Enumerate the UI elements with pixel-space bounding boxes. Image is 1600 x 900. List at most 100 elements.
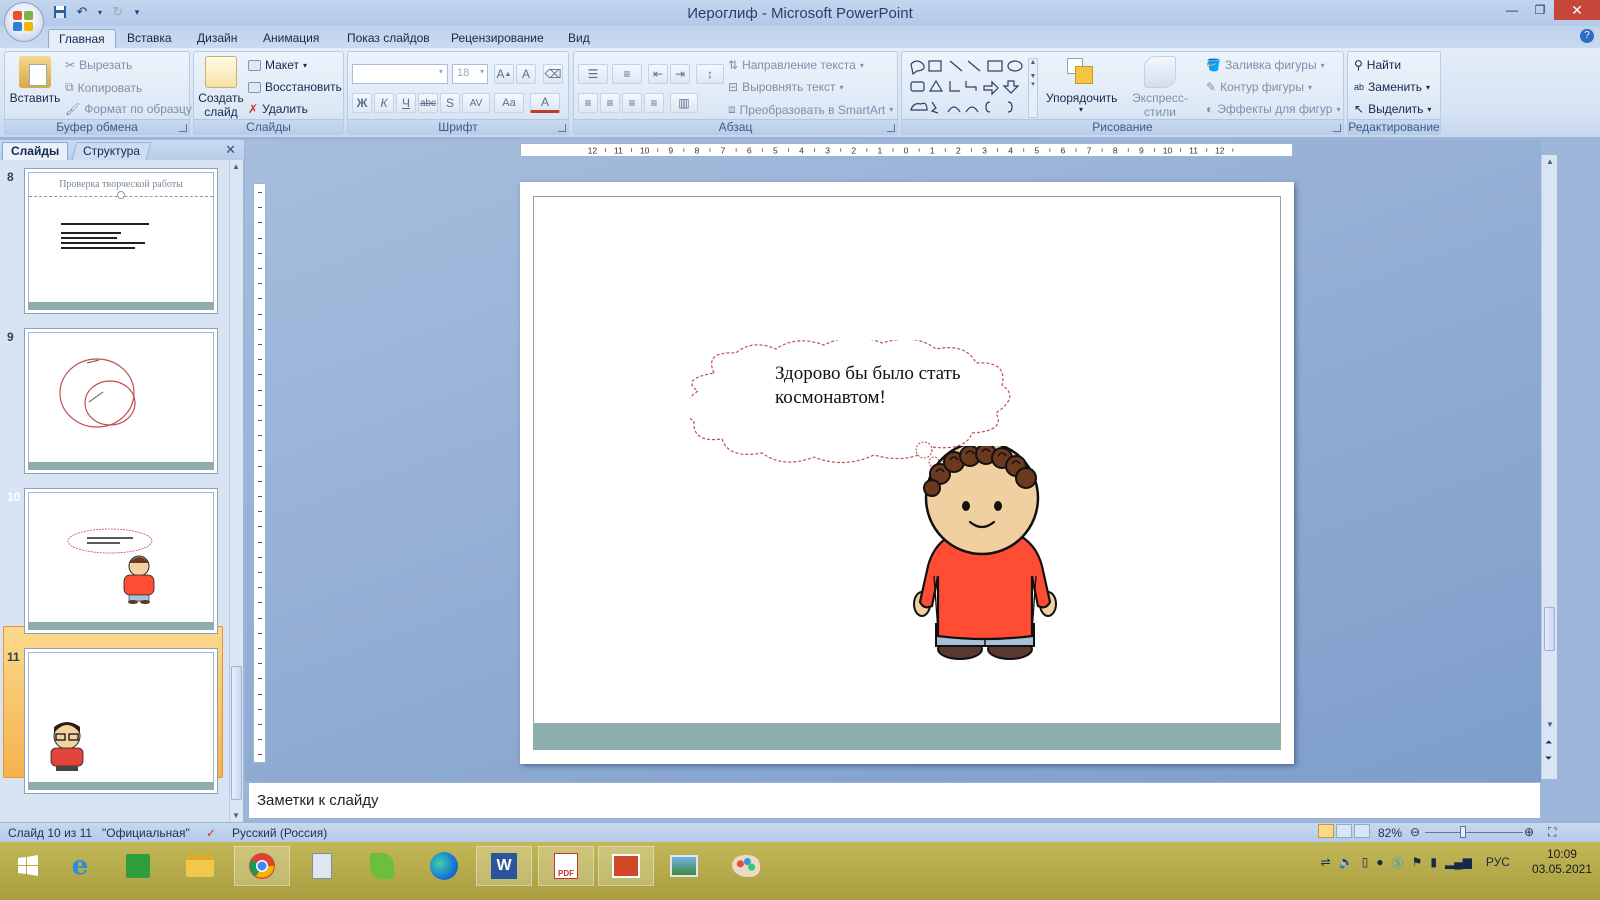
horizontal-ruler[interactable]: 12 11 10 9 8 7 6 5 4 3 2 1 0 1 2 3 4 5 6 7 8 9 10 11 12 (520, 143, 1293, 157)
shape-outline-button[interactable]: ✎ Контур фигуры ▾ (1206, 80, 1312, 94)
taskbar-chrome[interactable] (234, 846, 290, 886)
vertical-ruler[interactable] (253, 183, 266, 763)
char-spacing-icon[interactable]: AV (462, 93, 490, 113)
layout-button[interactable]: Макет ▾ (248, 58, 307, 72)
replace-button[interactable]: ab Заменить ▾ (1354, 80, 1430, 94)
scroll-down-icon[interactable]: ▼ (232, 811, 240, 820)
help-icon[interactable]: ? (1580, 29, 1594, 43)
slide-thumb-11[interactable] (24, 648, 218, 794)
align-right-icon[interactable]: ≡ (622, 93, 642, 113)
zoom-out-icon[interactable]: ⊖ (1410, 825, 1420, 839)
next-slide-icon[interactable]: ⏷ (1545, 753, 1552, 764)
main-scrollbar[interactable]: ▲ ▼ ⏶ ⏷ (1541, 155, 1557, 779)
shape-fill-button[interactable]: 🪣 Заливка фигуры ▾ (1206, 58, 1325, 72)
theme-name[interactable]: "Официальная" (102, 826, 190, 840)
network-tray-icon[interactable]: ⇌ (1321, 855, 1331, 869)
find-button[interactable]: ⚲ Найти (1354, 58, 1401, 72)
tab-slides[interactable]: Слайды (2, 142, 69, 160)
new-slide-button[interactable]: Создать слайд (198, 56, 244, 119)
taskbar-store[interactable] (110, 846, 166, 886)
align-text-button[interactable]: ⊟ Выровнять текст ▾ (728, 80, 844, 94)
taskbar-pdf[interactable]: PDF (538, 846, 594, 886)
prev-slide-icon[interactable]: ⏶ (1545, 737, 1552, 748)
taskbar-powerpoint[interactable] (598, 846, 654, 886)
tab-outline[interactable]: Структура (71, 142, 152, 160)
numbering-icon[interactable]: ≡ (612, 64, 642, 84)
zoom-level[interactable]: 82% (1378, 826, 1402, 840)
select-button[interactable]: ↖ Выделить ▾ (1354, 102, 1431, 116)
slide-sorter-icon[interactable] (1336, 824, 1352, 838)
tab-design[interactable]: Дизайн (187, 29, 247, 48)
tray-app-icon[interactable]: ● (1376, 855, 1383, 869)
flag-icon[interactable]: ⚑ (1412, 855, 1423, 869)
decrease-indent-icon[interactable]: ⇤ (648, 64, 668, 84)
taskbar-app[interactable] (354, 846, 410, 886)
font-name-combo[interactable]: ▾ (352, 64, 448, 84)
paragraph-launcher-icon[interactable] (887, 124, 895, 132)
taskbar-calculator[interactable] (294, 846, 350, 886)
main-scroll-up-icon[interactable]: ▲ (1546, 157, 1554, 166)
close-panel-icon[interactable]: ✕ (225, 142, 236, 158)
shadow-icon[interactable]: S (440, 93, 460, 113)
columns-icon[interactable]: ▥ (670, 93, 698, 113)
slideshow-view-icon[interactable] (1354, 824, 1370, 838)
convert-smartart-button[interactable]: ⧈ Преобразовать в SmartArt ▾ (728, 102, 893, 117)
zoom-slider-track[interactable] (1425, 832, 1523, 833)
cut-button[interactable]: ✂ Вырезать (65, 58, 132, 72)
tab-view[interactable]: Вид (558, 29, 600, 48)
boy-character-image[interactable] (910, 446, 1060, 664)
delete-slide-button[interactable]: ✗ Удалить (248, 102, 308, 116)
change-case-icon[interactable]: Aa (494, 93, 524, 113)
grow-font-icon[interactable]: A ▲ (494, 64, 514, 84)
drawing-launcher-icon[interactable] (1333, 124, 1341, 132)
align-left-icon[interactable]: ≡ (578, 93, 598, 113)
panel-scroll-thumb[interactable] (231, 666, 242, 800)
arrange-button[interactable]: Упорядочить ▾ (1046, 56, 1117, 114)
volume-icon[interactable]: 🔈 (1339, 855, 1354, 869)
clock[interactable]: 10:09 03.05.2021 (1532, 847, 1592, 877)
taskbar-ie[interactable]: e (52, 846, 108, 886)
increase-indent-icon[interactable]: ⇥ (670, 64, 690, 84)
clear-format-icon[interactable]: ⌫ (543, 64, 563, 84)
format-painter-button[interactable]: 🖌 Формат по образцу (65, 102, 192, 116)
italic-icon[interactable]: К (374, 93, 394, 113)
zoom-in-icon[interactable]: ⊕ (1524, 825, 1534, 839)
spellcheck-icon[interactable]: ✓ (206, 826, 216, 840)
minimize-icon[interactable]: — (1498, 0, 1526, 20)
taskbar-edge[interactable] (416, 846, 472, 886)
scroll-up-icon[interactable]: ▲ (232, 162, 240, 171)
taskbar-explorer[interactable] (172, 846, 228, 886)
start-button[interactable] (0, 846, 56, 886)
text-direction-button[interactable]: ⇅ Направление текста ▾ (728, 58, 864, 72)
clipboard-launcher-icon[interactable] (179, 124, 187, 132)
quick-styles-button[interactable]: Экспресс-стили (1120, 56, 1200, 119)
taskbar-photos[interactable] (656, 846, 712, 886)
paste-button[interactable]: Вставить (9, 56, 61, 105)
slide-thumb-8[interactable]: Проверка творческой работы (24, 168, 218, 314)
close-icon[interactable]: ✕ (1554, 0, 1600, 20)
zoom-slider-thumb[interactable] (1460, 826, 1466, 838)
shape-effects-button[interactable]: ◐ Эффекты для фигур ▾ (1206, 102, 1340, 116)
power-icon[interactable]: ▮ (1430, 855, 1437, 869)
fit-to-window-icon[interactable]: ⛶ (1548, 825, 1556, 840)
normal-view-icon[interactable] (1318, 824, 1334, 838)
taskbar-paint[interactable] (718, 846, 774, 886)
tab-animation[interactable]: Анимация (253, 29, 329, 48)
tab-slideshow[interactable]: Показ слайдов (337, 29, 440, 48)
shapes-gallery[interactable] (908, 58, 1038, 118)
tab-insert[interactable]: Вставка (117, 29, 182, 48)
taskbar-word[interactable]: W (476, 846, 532, 886)
tab-review[interactable]: Рецензирование (441, 29, 554, 48)
slide-thumb-10[interactable] (24, 488, 218, 634)
panel-scrollbar[interactable]: ▲ ▼ (229, 160, 243, 822)
copy-button[interactable]: ⧉ Копировать (65, 80, 142, 95)
justify-icon[interactable]: ≡ (644, 93, 664, 113)
line-spacing-icon[interactable]: ↕ (696, 64, 724, 84)
font-size-combo[interactable]: 18 ▾ (452, 64, 488, 84)
shrink-font-icon[interactable]: A (516, 64, 536, 84)
slide-canvas[interactable] (520, 182, 1294, 764)
main-scroll-thumb[interactable] (1544, 607, 1555, 651)
bubble-text[interactable]: Здорово бы было стать космонавтом! (775, 362, 1015, 410)
skype-icon[interactable]: Ⓢ (1392, 854, 1404, 871)
battery-icon[interactable]: ▯ (1362, 855, 1369, 869)
